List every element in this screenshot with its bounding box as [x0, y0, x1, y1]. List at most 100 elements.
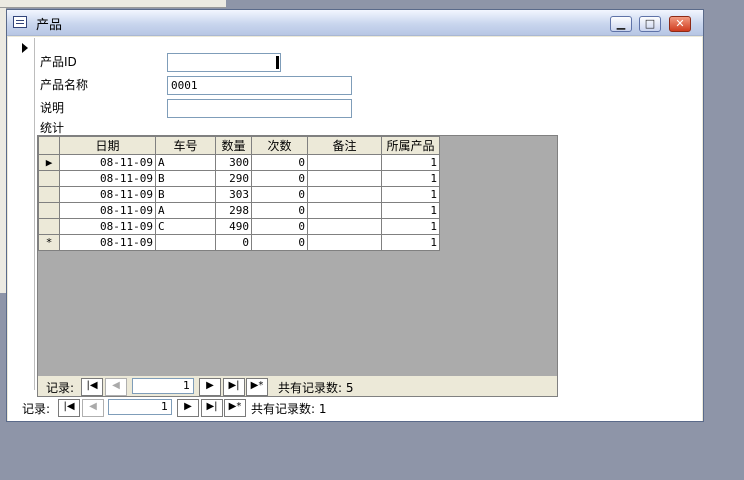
cell-product[interactable]: 1	[381, 234, 440, 251]
cell-product[interactable]: 1	[381, 218, 440, 235]
cell-date[interactable]: 08-11-09	[59, 170, 156, 187]
form-window: 产品 ▁ □ ✕ 产品ID 产品名称 0001 说明 统计 日期 车号 数量 次…	[6, 9, 704, 422]
cell-note[interactable]	[307, 154, 382, 171]
close-button[interactable]: ✕	[669, 16, 691, 32]
subform-new-record-button[interactable]: ▶*	[246, 378, 268, 396]
previous-record-icon: ◀	[112, 380, 120, 391]
row-selector[interactable]	[38, 186, 60, 203]
main-record-navigator: 记录: |◀ ◀ 1 ▶ ▶| ▶* 共有记录数: 1	[16, 397, 346, 417]
column-header-car[interactable]: 车号	[155, 136, 216, 155]
cell-date[interactable]: 08-11-09	[59, 186, 156, 203]
record-selector[interactable]	[18, 38, 35, 390]
subform-next-record-button[interactable]: ▶	[199, 378, 221, 396]
cell-car[interactable]: A	[155, 202, 216, 219]
previous-record-icon: ◀	[89, 401, 97, 412]
cell-count[interactable]: 0	[251, 186, 308, 203]
cell-count[interactable]: 0	[251, 202, 308, 219]
table-row[interactable]: 08-11-09 C 490 0 1	[38, 218, 440, 235]
maximize-icon: □	[644, 17, 656, 30]
main-record-total: 共有记录数: 1	[251, 402, 327, 416]
cell-date[interactable]: 08-11-09	[59, 202, 156, 219]
cell-car[interactable]: B	[155, 186, 216, 203]
text-cursor	[276, 56, 279, 69]
new-record-button[interactable]: ▶*	[224, 399, 246, 417]
column-header-qty[interactable]: 数量	[215, 136, 252, 155]
cell-car[interactable]: B	[155, 170, 216, 187]
cell-qty[interactable]: 490	[215, 218, 252, 235]
subform-first-record-button[interactable]: |◀	[81, 378, 103, 396]
table-row[interactable]: 08-11-09 B 290 0 1	[38, 170, 440, 187]
maximize-button[interactable]: □	[639, 16, 661, 32]
cell-product[interactable]: 1	[381, 154, 440, 171]
table-row[interactable]: ▶ 08-11-09 A 300 0 1	[38, 154, 440, 171]
cell-product[interactable]: 1	[381, 202, 440, 219]
cell-date[interactable]: 08-11-09	[59, 154, 156, 171]
cell-qty[interactable]: 298	[215, 202, 252, 219]
new-record-marker[interactable]: *	[38, 234, 60, 251]
first-record-icon: |◀	[86, 380, 98, 391]
subform-record-navigator: 记录: |◀ ◀ 1 ▶ ▶| ▶* 共有记录数: 5	[38, 376, 557, 396]
row-selector-header[interactable]	[38, 136, 60, 155]
column-header-date[interactable]: 日期	[59, 136, 156, 155]
subform-record-label: 记录:	[46, 381, 75, 395]
current-row-arrow-icon: ▶	[45, 156, 53, 169]
cell-note[interactable]	[307, 186, 382, 203]
cell-qty[interactable]: 290	[215, 170, 252, 187]
cell-qty[interactable]: 300	[215, 154, 252, 171]
row-selector[interactable]: ▶	[38, 154, 60, 171]
row-selector[interactable]	[38, 170, 60, 187]
next-record-icon: ▶	[184, 401, 192, 412]
subform-current-record-input[interactable]: 1	[132, 378, 194, 394]
cell-note[interactable]	[307, 218, 382, 235]
statistics-datasheet: 日期 车号 数量 次数 备注 所属产品 ▶ 08-11-09 A 300 0 1	[38, 136, 440, 251]
form-icon[interactable]	[13, 16, 27, 28]
next-record-button[interactable]: ▶	[177, 399, 199, 417]
window-title: 产品	[36, 18, 63, 33]
cell-car[interactable]: A	[155, 154, 216, 171]
cell-product[interactable]: 1	[381, 186, 440, 203]
cell-date[interactable]: 08-11-09	[59, 234, 156, 251]
product-name-field[interactable]: 0001	[167, 76, 352, 95]
cell-qty[interactable]: 0	[215, 234, 252, 251]
cell-car[interactable]: C	[155, 218, 216, 235]
next-record-icon: ▶	[206, 380, 214, 391]
cell-qty[interactable]: 303	[215, 186, 252, 203]
table-row[interactable]: 08-11-09 A 298 0 1	[38, 202, 440, 219]
row-selector[interactable]	[38, 202, 60, 219]
column-header-note[interactable]: 备注	[307, 136, 382, 155]
column-header-count[interactable]: 次数	[251, 136, 308, 155]
row-selector[interactable]	[38, 218, 60, 235]
last-record-button[interactable]: ▶|	[201, 399, 223, 417]
cell-count[interactable]: 0	[251, 234, 308, 251]
column-header-product[interactable]: 所属产品	[381, 136, 440, 155]
previous-record-button[interactable]: ◀	[82, 399, 104, 417]
cell-car[interactable]	[155, 234, 216, 251]
cell-count[interactable]: 0	[251, 170, 308, 187]
new-record-row[interactable]: * 08-11-09 0 0 1	[38, 234, 440, 251]
minimize-button[interactable]: ▁	[610, 16, 632, 32]
close-icon: ✕	[675, 17, 685, 30]
current-record-input[interactable]: 1	[108, 399, 172, 415]
subform-previous-record-button[interactable]: ◀	[105, 378, 127, 396]
first-record-button[interactable]: |◀	[58, 399, 80, 417]
main-record-label: 记录:	[22, 402, 51, 416]
statistics-subform[interactable]: 日期 车号 数量 次数 备注 所属产品 ▶ 08-11-09 A 300 0 1	[37, 135, 558, 397]
cell-date[interactable]: 08-11-09	[59, 218, 156, 235]
cell-count[interactable]: 0	[251, 154, 308, 171]
table-row[interactable]: 08-11-09 B 303 0 1	[38, 186, 440, 203]
last-record-icon: ▶|	[228, 380, 240, 391]
cell-note[interactable]	[307, 170, 382, 187]
new-record-icon: ▶*	[228, 401, 242, 412]
cell-count[interactable]: 0	[251, 218, 308, 235]
subform-last-record-button[interactable]: ▶|	[223, 378, 245, 396]
subform-record-total: 共有记录数: 5	[278, 381, 354, 395]
cell-note[interactable]	[307, 202, 382, 219]
cell-note[interactable]	[307, 234, 382, 251]
minimize-icon: ▁	[616, 17, 626, 30]
cell-product[interactable]: 1	[381, 170, 440, 187]
background-window	[0, 0, 226, 8]
first-record-icon: |◀	[63, 401, 75, 412]
title-bar[interactable]: 产品 ▁ □ ✕	[7, 10, 703, 36]
product-id-field[interactable]	[167, 53, 281, 72]
description-field[interactable]	[167, 99, 352, 118]
